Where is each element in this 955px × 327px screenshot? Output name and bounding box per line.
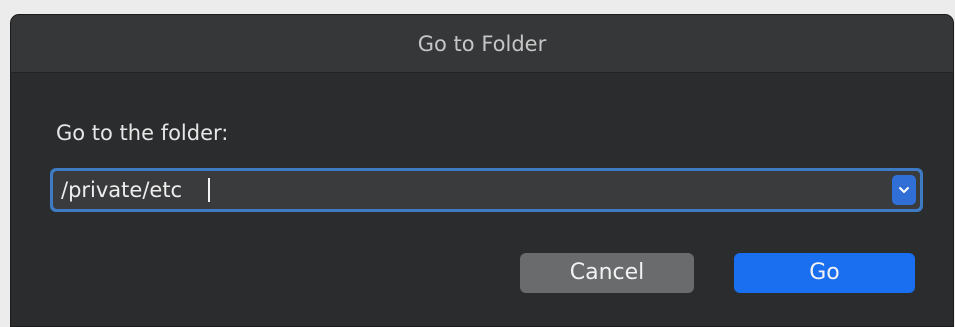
dialog-titlebar: Go to Folder (11, 15, 953, 73)
cancel-button[interactable]: Cancel (520, 253, 694, 293)
path-field[interactable] (53, 171, 920, 209)
path-input[interactable] (53, 171, 873, 209)
dialog-title: Go to Folder (417, 32, 547, 56)
go-to-folder-label: Go to the folder: (56, 121, 229, 145)
screen-background: Go to Folder Go to the folder: Cancel Go (0, 0, 955, 327)
chevron-down-icon (899, 187, 909, 193)
go-button[interactable]: Go (734, 253, 915, 293)
go-to-folder-dialog: Go to Folder Go to the folder: Cancel Go (10, 14, 954, 327)
text-caret (208, 178, 210, 202)
path-history-dropdown-button[interactable] (892, 175, 916, 205)
path-field-focus-ring (50, 168, 923, 212)
